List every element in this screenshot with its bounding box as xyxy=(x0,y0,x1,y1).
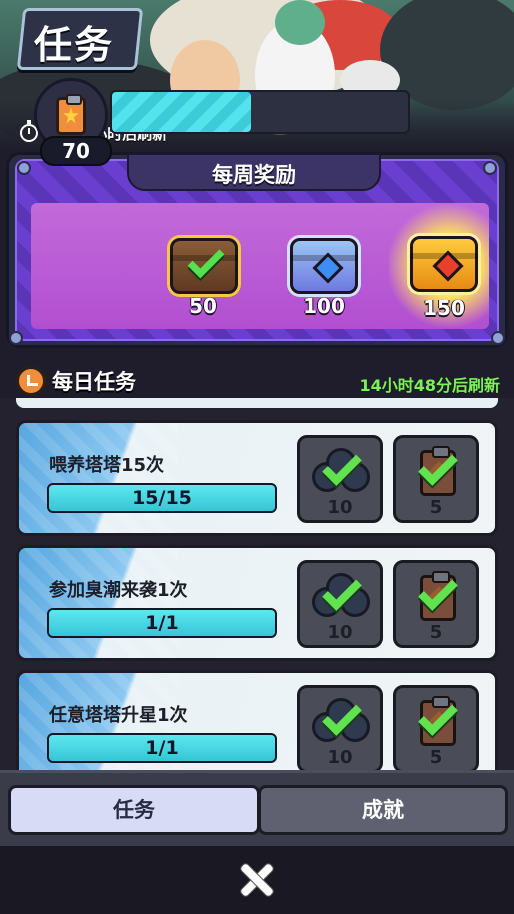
reward-qty: 5 xyxy=(429,747,443,768)
task-name: 参加臭潮来袭1次 xyxy=(49,580,188,601)
milestone-label-150: 150 xyxy=(423,296,465,320)
weekly-progress-bar xyxy=(110,90,410,134)
weekly-progress-fill xyxy=(112,92,252,132)
gold-chest-icon[interactable] xyxy=(410,236,478,292)
task-progress-text: 15/15 xyxy=(132,487,192,509)
reward-slot[interactable]: 10 xyxy=(297,560,383,648)
weekly-reward-title: 每周奖励 xyxy=(212,163,296,187)
task-name: 喂养塔塔15次 xyxy=(49,455,165,476)
clipboard-star-icon xyxy=(56,94,86,135)
page-title: 任务 xyxy=(34,23,115,67)
tab-achievements[interactable]: 成就 xyxy=(258,785,508,835)
task-card: 参加臭潮来袭1次 1/1 10 5 xyxy=(16,545,498,661)
blue-gem-icon xyxy=(312,252,344,284)
reward-slot[interactable]: 10 xyxy=(297,685,383,770)
daily-tasks-header: 每日任务 14小时48分后刷新 xyxy=(0,362,514,398)
task-progress-bar: 1/1 xyxy=(47,608,277,638)
task-progress-bar: 1/1 xyxy=(47,733,277,763)
reward-qty: 10 xyxy=(327,622,353,643)
weekly-title-plate: 每周奖励 xyxy=(127,153,381,191)
brown-chest-icon[interactable] xyxy=(170,238,238,294)
close-icon[interactable] xyxy=(237,862,277,898)
milestone-label-50: 50 xyxy=(189,294,217,318)
claimed-check-icon xyxy=(187,241,225,279)
daily-task-icon xyxy=(16,366,46,396)
daily-task-list[interactable]: 喂养塔塔15次 15/15 10 5 参加臭潮来袭1次 1/1 10 5 任意塔… xyxy=(0,398,514,770)
reward-qty: 5 xyxy=(429,622,443,643)
daily-refresh-timer: 14小时48分后刷新 xyxy=(359,376,500,395)
task-progress-text: 1/1 xyxy=(145,737,179,759)
reward-qty: 5 xyxy=(429,497,443,518)
task-card: 任意塔塔升星1次 1/1 10 5 xyxy=(16,670,498,770)
weekly-points-value: 70 xyxy=(40,136,112,166)
task-progress-text: 1/1 xyxy=(145,612,179,634)
reward-slot[interactable]: 10 xyxy=(297,435,383,523)
task-progress-bar: 15/15 xyxy=(47,483,277,513)
blue-chest-icon[interactable] xyxy=(290,238,358,294)
milestone-label-100: 100 xyxy=(303,294,345,318)
red-gem-icon xyxy=(432,250,464,282)
reward-slot[interactable]: 5 xyxy=(393,685,479,770)
bottom-tab-bar: 任务 成就 xyxy=(0,770,514,846)
task-card: 喂养塔塔15次 15/15 10 5 xyxy=(16,420,498,536)
reward-qty: 10 xyxy=(327,747,353,768)
daily-tasks-title: 每日任务 xyxy=(52,370,136,394)
task-name: 任意塔塔升星1次 xyxy=(49,705,188,726)
tab-tasks[interactable]: 任务 xyxy=(8,785,260,835)
footer-bar xyxy=(0,846,514,914)
reward-slot[interactable]: 5 xyxy=(393,560,479,648)
reward-qty: 10 xyxy=(327,497,353,518)
reward-slot[interactable]: 5 xyxy=(393,435,479,523)
